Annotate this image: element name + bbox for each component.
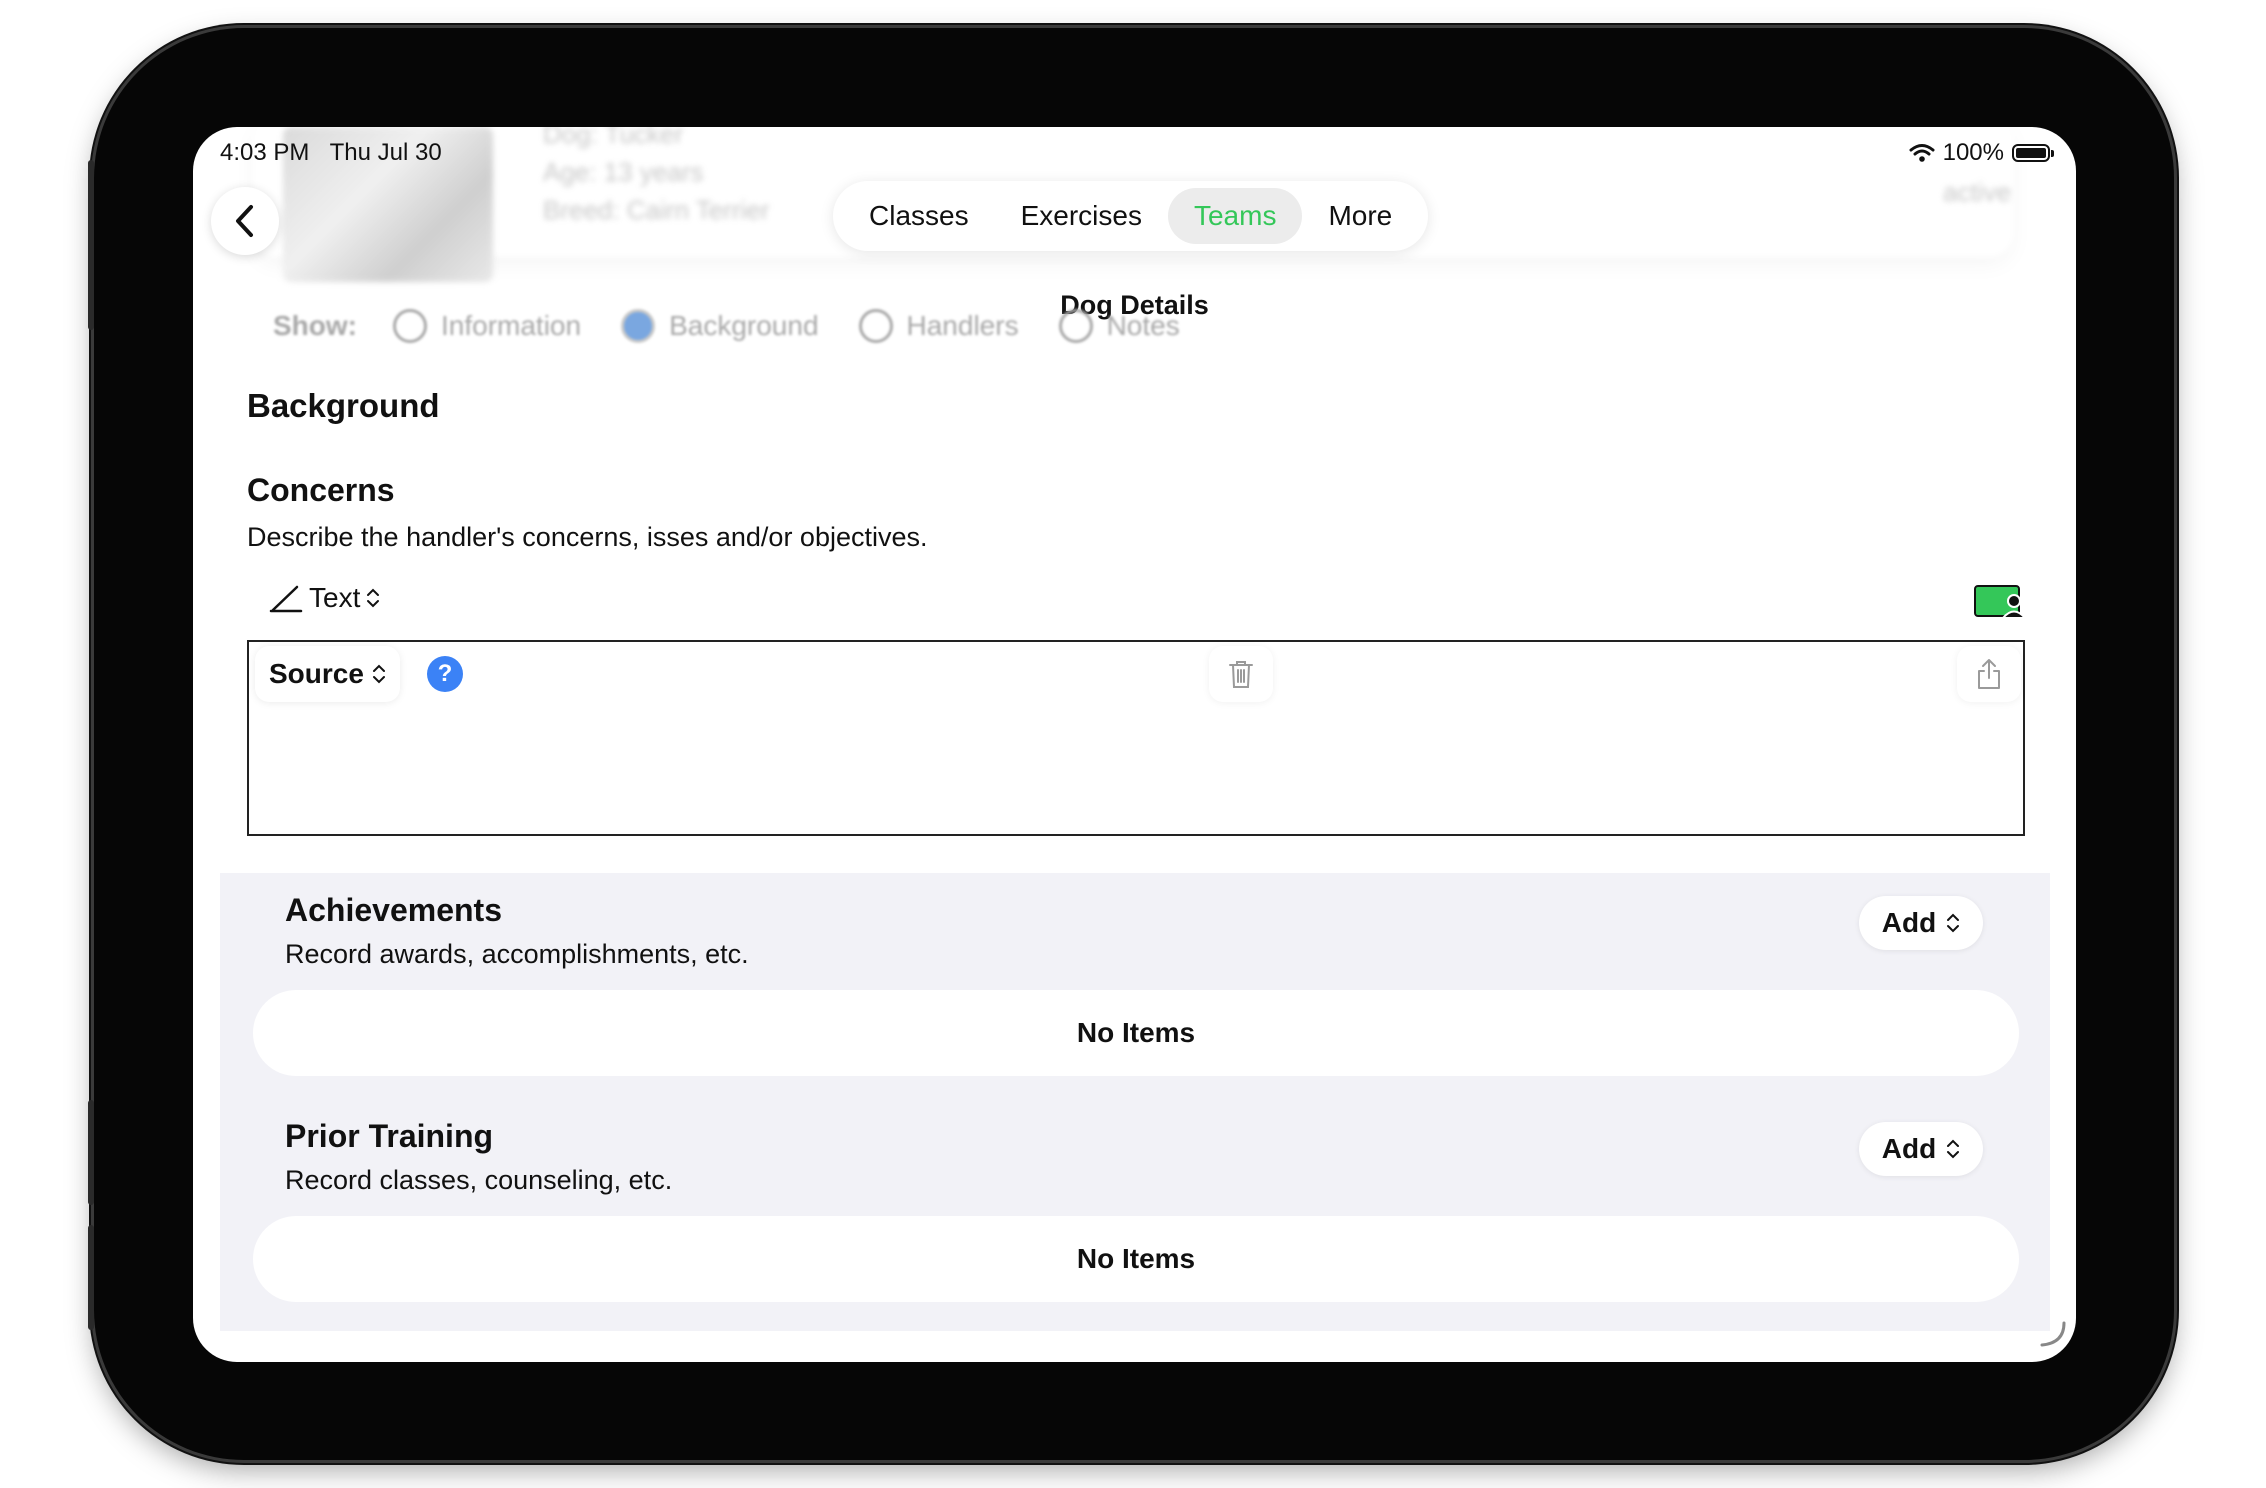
blurred-line-1: Dog: Tucker [543,127,684,149]
tab-teams[interactable]: Teams [1167,188,1303,244]
concerns-editor[interactable]: Source ? [247,640,2025,836]
radio-icon [1058,309,1093,343]
share-icon [1978,659,2000,689]
side-button-bottom [88,1225,94,1330]
prior-training-description: Record classes, counseling, etc. [285,1165,673,1195]
section-title: Background [247,387,440,424]
battery-percent: 100% [1942,139,2004,166]
updown-chevron-icon [1947,1139,1960,1159]
trash-icon [1229,661,1253,688]
show-option-handlers[interactable]: Handlers [858,309,1019,343]
tab-more[interactable]: More [1302,188,1418,244]
source-label: Source [269,658,364,689]
prior-training-add-button[interactable]: Add [1859,1122,1983,1176]
help-icon[interactable]: ? [427,656,463,692]
status-bar-right: 100% [1909,139,2054,167]
blurred-line-2: Age: 13 years [543,157,704,187]
blurred-status: active [1943,177,2011,207]
side-button-middle [88,1100,94,1205]
option-label: Background [669,310,819,341]
concerns-title: Concerns [247,472,395,508]
updown-chevron-icon [1947,913,1960,933]
side-button-top [88,160,94,330]
updown-chevron-icon [372,664,385,684]
blurred-line-3: Breed: Cairn Terrier [543,195,770,225]
share-button[interactable] [1957,646,2021,702]
wifi-icon [1909,144,1935,162]
updown-chevron-icon [367,588,380,608]
show-option-background[interactable]: Background [621,309,819,343]
radio-icon [393,309,427,343]
battery-icon [2012,144,2054,162]
format-picker-label: Text [309,582,361,613]
option-label: Notes [1106,310,1180,341]
delete-button[interactable] [1209,646,1273,702]
achievements-description: Record awards, accomplishments, etc. [285,939,749,969]
tab-classes[interactable]: Classes [843,188,995,244]
format-picker[interactable]: Text [269,582,380,614]
show-label: Show: [273,310,357,341]
achievements-empty: No Items [253,990,2019,1076]
option-label: Information [441,310,582,341]
status-time: 4:03 PM [220,139,310,166]
radio-icon [858,309,893,343]
resize-icon[interactable] [2038,1319,2068,1354]
show-option-notes[interactable]: Notes [1058,309,1180,343]
back-button[interactable] [211,187,279,255]
achievements-title: Achievements [285,892,502,928]
radio-selected-icon [621,309,656,343]
add-label: Add [1881,1133,1937,1164]
tab-bar: Classes Exercises Teams More [833,181,1429,251]
person-card-icon[interactable] [1974,585,2028,624]
back-chevron-icon [236,205,253,237]
add-label: Add [1881,907,1937,938]
status-date: Thu Jul 30 [329,139,442,166]
source-button[interactable]: Source [255,646,400,702]
show-option-information[interactable]: Information [393,309,581,343]
prior-training-empty: No Items [253,1216,2019,1302]
concerns-description: Describe the handler's concerns, isses a… [247,522,928,552]
option-label: Handlers [906,310,1019,341]
show-filter: Show: Information Background Handlers No… [273,309,1220,343]
tab-exercises[interactable]: Exercises [995,188,1168,244]
screen: Dog: Tucker Age: 13 years Breed: Cairn T… [193,127,2076,1362]
prior-training-title: Prior Training [285,1118,494,1154]
pencil-icon [269,585,303,613]
achievements-add-button[interactable]: Add [1859,896,1983,950]
status-bar-left: 4:03 PM Thu Jul 30 [220,139,456,167]
